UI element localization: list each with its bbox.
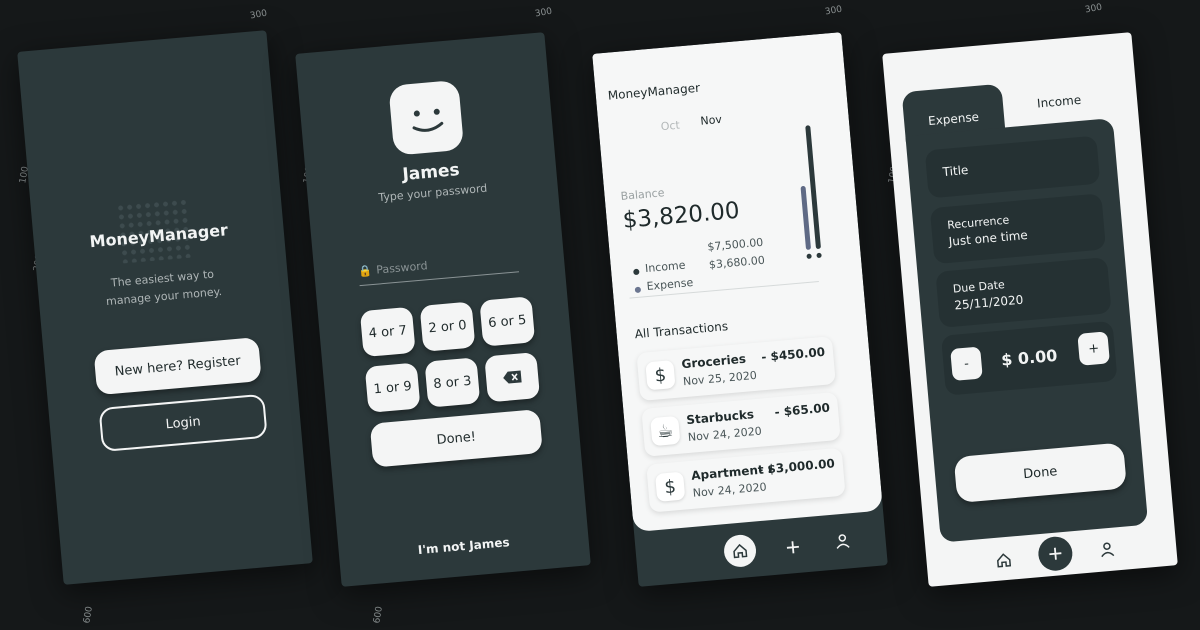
password-screen: James Type your password 🔒 Password 4 or… — [295, 32, 591, 587]
month-tab-oct[interactable]: Oct — [660, 119, 680, 134]
title-label: Title — [942, 162, 969, 180]
plus-icon — [786, 541, 799, 554]
key-4-or-7[interactable]: 4 or 7 — [359, 306, 416, 358]
user-icon — [836, 534, 850, 549]
avatar — [388, 79, 465, 156]
transaction-date: Nov 24, 2020 — [692, 480, 768, 500]
done-button[interactable]: Done! — [369, 409, 543, 468]
transaction-date: Nov 25, 2020 — [682, 368, 758, 389]
home-nav-button[interactable] — [988, 544, 1021, 577]
balance-label: Balance — [620, 186, 665, 203]
key-2-or-0[interactable]: 2 or 0 — [419, 301, 476, 352]
expense-value: $3,680.00 — [708, 253, 766, 272]
add-transaction-screen: Expense Income Title Recurrence Just one… — [882, 32, 1178, 587]
due-date-label: Due Date — [952, 278, 1006, 296]
transaction-row[interactable]: ☕ Starbucks Nov 24, 2020 - $65.00 — [641, 391, 841, 457]
transaction-name: Starbucks — [685, 407, 755, 428]
login-button[interactable]: Login — [98, 393, 268, 453]
decrease-button[interactable]: - — [950, 346, 983, 381]
dollar-icon: $ — [645, 360, 676, 391]
key-6-or-5[interactable]: 6 or 5 — [479, 296, 536, 347]
not-user-link[interactable]: I'm not James — [339, 528, 589, 564]
ruler-top: 300 300 300 300 — [0, 0, 1200, 30]
transaction-amount: - $3,000.00 — [757, 456, 836, 477]
password-placeholder: Password — [375, 259, 429, 277]
income-value: $7,500.00 — [706, 235, 764, 254]
app-title: MoneyManager — [607, 80, 701, 103]
recurrence-value: Just one time — [948, 227, 1029, 249]
recurrence-label: Recurrence — [946, 213, 1010, 232]
expense-dot-icon — [634, 286, 642, 294]
key-8-or-3[interactable]: 8 or 3 — [424, 357, 481, 408]
dashboard-screen: MoneyManager Oct Nov Balance $3,820.00 I… — [592, 32, 888, 587]
ruler-label: 300 — [534, 6, 553, 20]
coffee-icon: ☕ — [650, 415, 681, 447]
home-icon — [733, 543, 748, 559]
ruler-label: 600 — [82, 605, 96, 625]
transaction-row[interactable]: $ Groceries Nov 25, 2020 - $450.00 — [636, 336, 836, 402]
chart-dot — [806, 253, 812, 259]
home-nav-button[interactable] — [722, 533, 758, 569]
tab-income[interactable]: Income — [1036, 93, 1081, 111]
transaction-row[interactable]: $ Apartment r... Nov 24, 2020 - $3,000.0… — [646, 447, 846, 513]
chart-dot — [816, 252, 822, 259]
ruler-label: 300 — [249, 8, 268, 22]
password-field[interactable]: 🔒 Password — [357, 245, 520, 287]
smile-face-icon — [412, 108, 444, 132]
transaction-amount: - $450.00 — [760, 344, 826, 365]
add-nav-button[interactable] — [1036, 535, 1074, 573]
ruler-label: 300 — [1084, 2, 1103, 16]
ruler-label: 600 — [372, 605, 386, 625]
income-label: Income — [644, 258, 686, 276]
plus-icon — [1049, 547, 1062, 560]
profile-nav-button[interactable] — [1091, 533, 1124, 566]
key-1-or-9[interactable]: 1 or 9 — [364, 362, 421, 413]
add-nav-button[interactable] — [777, 531, 810, 564]
tagline: The easiest way to manage your money. — [105, 267, 223, 309]
backspace-icon — [503, 370, 522, 384]
dashboard-card: MoneyManager Oct Nov Balance $3,820.00 I… — [592, 32, 884, 533]
balance-value: $3,820.00 — [621, 197, 741, 234]
due-date-value: 25/11/2020 — [953, 292, 1024, 313]
register-button[interactable]: New here? Register — [93, 337, 262, 396]
transaction-name: Groceries — [680, 351, 747, 372]
income-dot-icon — [633, 268, 640, 276]
ruler-label: 300 — [824, 4, 843, 18]
login-screen: MoneyManager The easiest way to manage y… — [17, 30, 313, 585]
chart-bar-blue — [800, 185, 812, 251]
profile-nav-button[interactable] — [826, 525, 859, 558]
user-icon — [1101, 542, 1115, 558]
lock-icon: 🔒 — [357, 264, 373, 279]
transaction-amount: - $65.00 — [774, 400, 831, 420]
month-tab-nov[interactable]: Nov — [700, 113, 723, 128]
amount-value: $ 0.00 — [1000, 345, 1059, 370]
backspace-key[interactable] — [484, 352, 541, 403]
transactions-title: All Transactions — [634, 319, 729, 342]
increase-button[interactable]: + — [1077, 331, 1110, 366]
transaction-date: Nov 24, 2020 — [687, 424, 763, 444]
dollar-icon: $ — [655, 471, 686, 502]
expense-label: Expense — [646, 276, 694, 294]
home-icon — [997, 553, 1012, 568]
